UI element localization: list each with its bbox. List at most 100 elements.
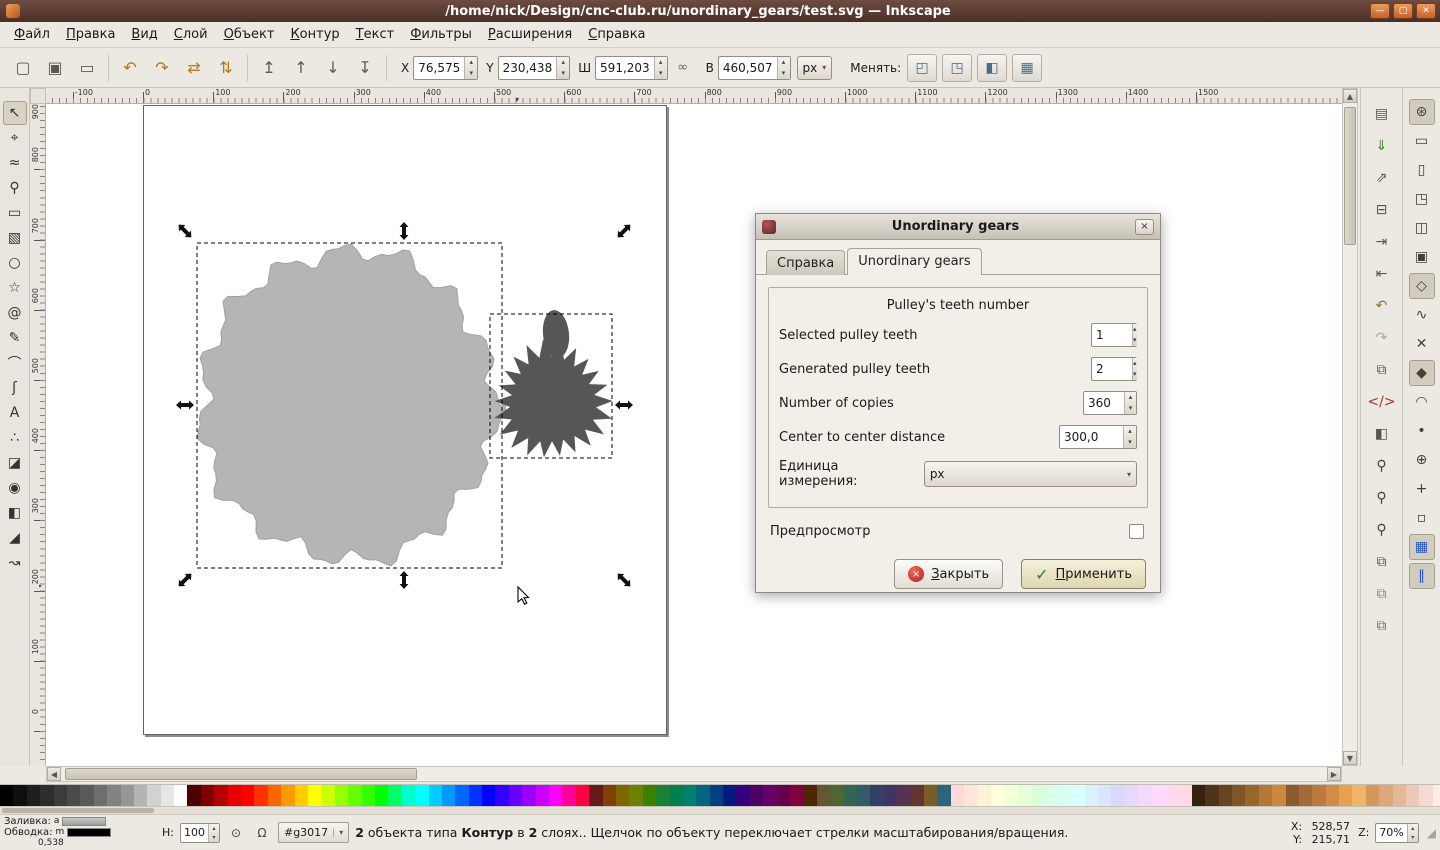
snap-toggle-button[interactable]: ◆ <box>1408 360 1435 386</box>
palette-swatch[interactable] <box>66 785 81 806</box>
scale-handle[interactable] <box>175 221 194 240</box>
palette-swatch[interactable] <box>107 785 121 806</box>
palette-swatch[interactable] <box>589 785 603 806</box>
palette-swatch[interactable] <box>1392 785 1407 806</box>
palette-swatch[interactable] <box>629 785 643 806</box>
snap-toggle-button[interactable]: ∿ <box>1409 302 1435 328</box>
command-button[interactable]: ⚲ <box>1368 452 1396 480</box>
unit-dropdown[interactable]: px ▾ <box>796 55 833 80</box>
palette-swatch[interactable] <box>0 785 14 806</box>
palette-swatch[interactable] <box>80 785 94 806</box>
palette-swatch[interactable] <box>682 785 697 806</box>
toolbar-zorder-button[interactable]: ↥ <box>254 53 284 83</box>
palette-swatch[interactable] <box>1191 785 1206 806</box>
horizontal-scroll-thumb[interactable] <box>65 768 417 780</box>
palette-swatch[interactable] <box>923 785 938 806</box>
dialog-unit-dropdown[interactable]: px ▾ <box>923 461 1137 487</box>
palette-swatch[interactable] <box>401 785 416 806</box>
layer-visibility-icon[interactable]: ⊙ <box>226 823 246 843</box>
palette-swatch[interactable] <box>1218 785 1232 806</box>
v-ruler[interactable]: 0 100 200 300 400 500 600 700 800 900 ‣ <box>30 104 46 766</box>
menu-item[interactable]: Вид <box>123 24 165 45</box>
command-button[interactable]: </> <box>1367 388 1395 416</box>
palette-swatch[interactable] <box>415 785 429 806</box>
palette-swatch[interactable] <box>227 785 242 806</box>
palette-swatch[interactable] <box>816 785 831 806</box>
toolbar-zorder-button[interactable]: ↑ <box>286 53 316 83</box>
palette-swatch[interactable] <box>950 785 965 806</box>
toolbar-transform-button[interactable]: ⇄ <box>179 53 209 83</box>
palette-swatch[interactable] <box>1419 785 1433 806</box>
command-button[interactable]: ⊟ <box>1368 196 1396 224</box>
palette-swatch[interactable] <box>602 785 616 806</box>
palette-swatch[interactable] <box>1057 785 1072 806</box>
y-field[interactable]: 230,438 ▴ ▾ <box>497 55 571 80</box>
toolbar-transform-button[interactable]: ↶ <box>115 53 145 83</box>
palette-swatch[interactable] <box>1205 785 1219 806</box>
palette-swatch[interactable] <box>40 785 54 806</box>
menu-item[interactable]: Расширения <box>480 24 580 45</box>
snap-toggle-button[interactable]: ◫ <box>1409 215 1435 241</box>
palette-swatch[interactable] <box>374 785 389 806</box>
command-button[interactable]: ⧉ <box>1368 580 1396 608</box>
zoom-field[interactable]: 70% ▴ ▾ <box>1375 822 1419 843</box>
palette-swatch[interactable] <box>990 785 1005 806</box>
tool-button[interactable]: ☆ <box>3 276 27 300</box>
palette-swatch[interactable] <box>321 785 335 806</box>
menu-item[interactable]: Фильтры <box>402 24 480 45</box>
palette-swatch[interactable] <box>1151 785 1165 806</box>
palette-swatch[interactable] <box>1031 785 1045 806</box>
palette-swatch[interactable] <box>709 785 724 806</box>
command-button[interactable]: ↷ <box>1368 324 1396 352</box>
dialog-row-spinbox[interactable]: 1 ▴ ▾ <box>1091 323 1137 347</box>
dialog-titlebar[interactable]: Unordinary gears × <box>756 214 1160 240</box>
palette-swatch[interactable] <box>1325 785 1340 806</box>
palette-swatch[interactable] <box>254 785 268 806</box>
command-button[interactable]: ⧉ <box>1368 548 1396 576</box>
close-dialog-button[interactable]: × Закрыть <box>894 559 1004 589</box>
palette-swatch[interactable] <box>334 785 349 806</box>
lock-ratio-icon[interactable]: ∞ <box>672 56 694 80</box>
tool-button[interactable]: ʃ <box>3 376 27 400</box>
menu-item[interactable]: Файл <box>6 24 58 45</box>
palette-swatch[interactable] <box>13 785 27 806</box>
palette-swatch[interactable] <box>1298 785 1313 806</box>
palette-swatch[interactable] <box>1098 785 1112 806</box>
scale-handle[interactable] <box>399 222 409 240</box>
scroll-right-icon[interactable]: ▶ <box>1327 767 1341 781</box>
affect-toggle-button[interactable]: ◧ <box>977 53 1008 82</box>
toolbar-select-button[interactable]: ▣ <box>40 53 70 83</box>
scale-handle[interactable] <box>614 221 633 240</box>
affect-toggle-button[interactable]: ◰ <box>907 53 938 82</box>
palette-swatch[interactable] <box>160 785 175 806</box>
tool-button[interactable]: ◢ <box>3 526 27 550</box>
width-field[interactable]: 591,203 ▴ ▾ <box>595 55 668 80</box>
palette-swatch[interactable] <box>1339 785 1353 806</box>
snap-toggle-button[interactable]: ⊛ <box>1408 99 1435 125</box>
palette-swatch[interactable] <box>535 785 550 806</box>
palette-swatch[interactable] <box>910 785 924 806</box>
palette-swatch[interactable] <box>441 785 456 806</box>
tool-button[interactable]: ∴ <box>3 426 27 450</box>
apply-button[interactable]: ✓ Применить <box>1021 559 1146 589</box>
palette-swatch[interactable] <box>1231 785 1246 806</box>
snap-toggle-button[interactable]: ▣ <box>1409 244 1435 270</box>
snap-toggle-button[interactable]: ◠ <box>1409 389 1435 415</box>
palette-swatch[interactable] <box>241 785 255 806</box>
window-control-button[interactable]: — <box>1370 3 1390 19</box>
snap-toggle-button[interactable]: ✕ <box>1409 331 1435 357</box>
palette-swatch[interactable] <box>508 785 523 806</box>
vertical-scrollbar[interactable]: ▲ ▼ <box>1342 88 1358 766</box>
fill-swatch[interactable] <box>62 817 107 826</box>
palette-swatch[interactable] <box>1258 785 1273 806</box>
palette-swatch[interactable] <box>883 785 898 806</box>
tool-button[interactable]: ◪ <box>3 451 27 475</box>
palette-swatch[interactable] <box>294 785 308 806</box>
palette-swatch[interactable] <box>1272 785 1286 806</box>
layer-lock-icon[interactable]: Ω <box>252 823 272 843</box>
tool-button[interactable]: ≈ <box>3 151 27 175</box>
palette-swatch[interactable] <box>696 785 710 806</box>
palette-swatch[interactable] <box>562 785 576 806</box>
tool-button[interactable]: ◧ <box>3 501 27 525</box>
palette-swatch[interactable] <box>495 785 509 806</box>
